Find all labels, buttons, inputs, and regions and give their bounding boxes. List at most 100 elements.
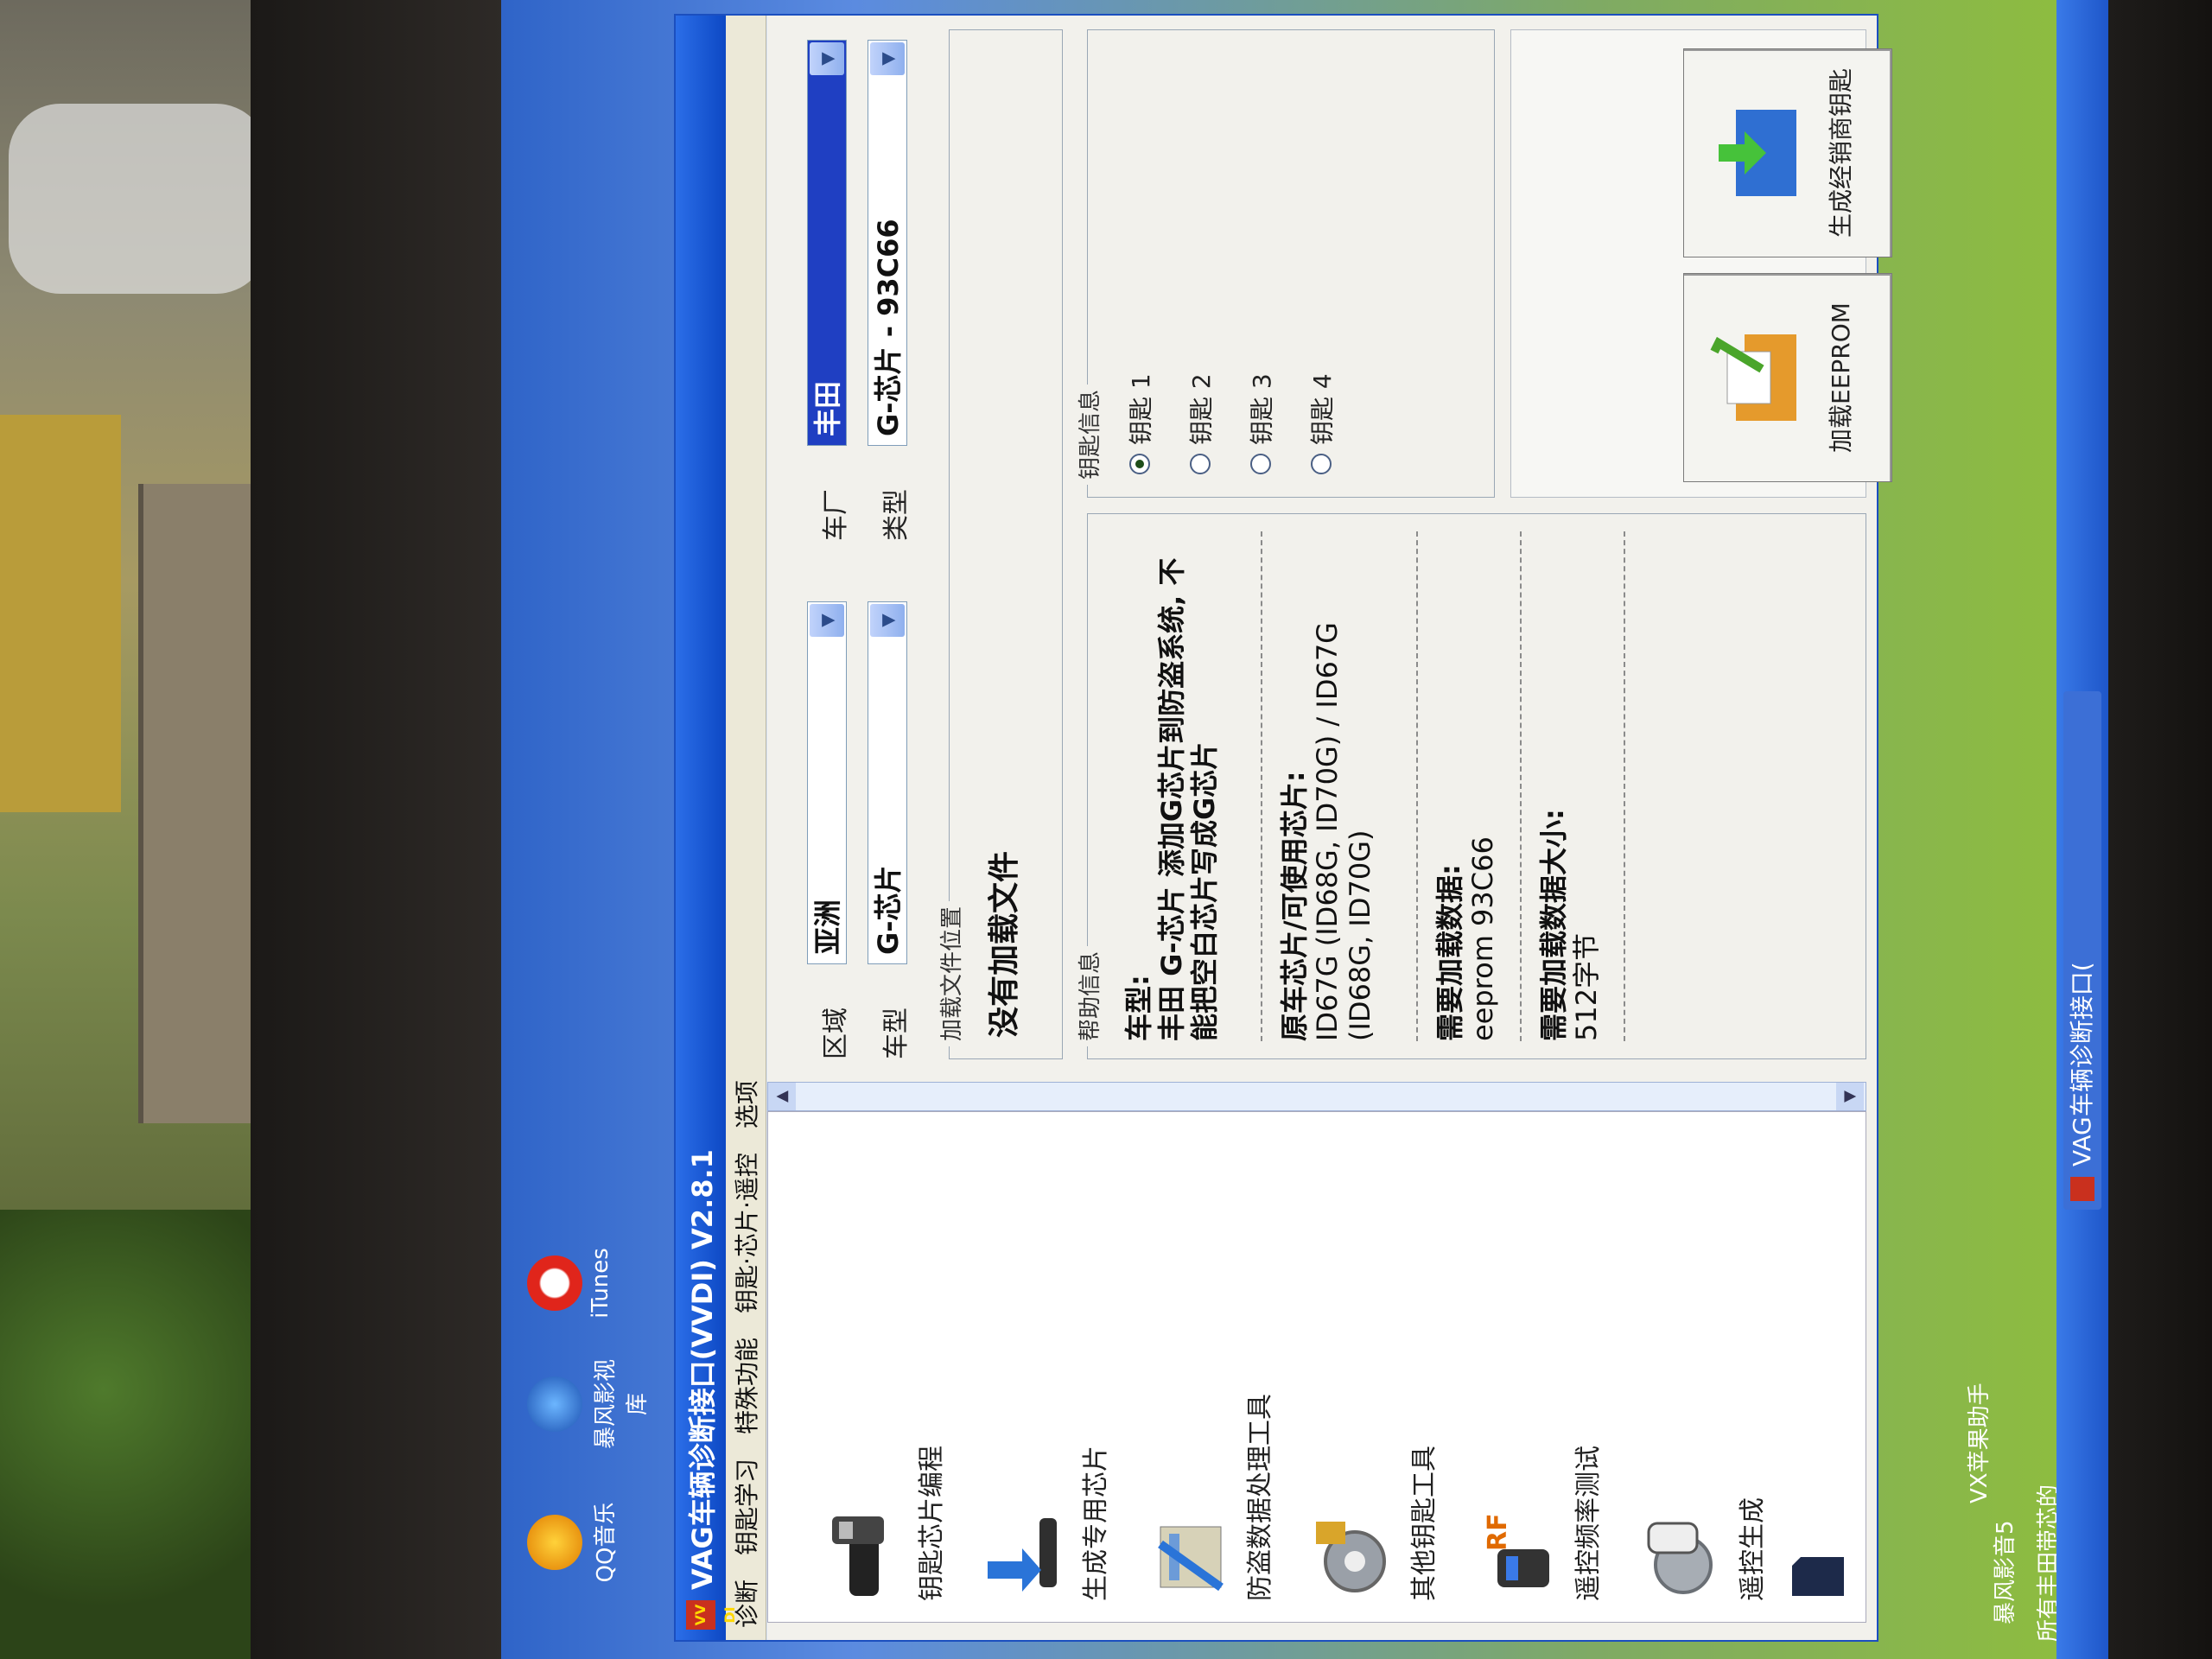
load-eeprom-label: 加载EEPROM [1827,302,1855,453]
load-file-value: 没有加载文件 [987,850,1022,1038]
key-remote-icon [832,1516,884,1596]
sd-card-icon[interactable] [1788,1553,1848,1605]
menu-item-special-functions[interactable]: 特殊功能 [728,1325,763,1446]
model-select-value: G-芯片 [872,865,905,955]
nav-item-label: 钥匙芯片编程 [917,1446,947,1601]
type-select-value: G-芯片 - 93C66 [872,219,905,436]
desktop-icon-qqmusic[interactable]: QQ音乐 [527,1495,620,1590]
menu-item-key-chip-remote[interactable]: 钥匙·芯片·遥控 [728,1141,763,1325]
key-radio-3[interactable]: 钥匙 3 [1243,373,1278,474]
rf-remote-icon: RF [1483,1513,1549,1587]
qqmusic-icon [527,1515,582,1570]
folder-open-icon [1710,334,1796,421]
desktop-label-baofeng5[interactable]: 暴风影音5 [1987,1520,2019,1624]
radio-dot-icon [1311,454,1332,474]
load-file-legend: 加载文件位置 [934,900,966,1046]
nav-item-remote-frequency-test[interactable]: RF 遥控频率测试 [1459,1112,1606,1622]
scroll-down-arrow-icon[interactable]: ▼ [1836,1083,1864,1110]
nav-item-label: 生成专用芯片 [1081,1446,1111,1601]
help-info-legend: 帮助信息 [1072,945,1104,1046]
desktop-icon-label: 暴风影视库 [593,1359,651,1450]
menu-item-diagnosis[interactable]: 诊断 [728,1567,763,1640]
desktop-icon-label: QQ音乐 [593,1502,619,1583]
help-eeprom-section: 需要加载数据: eeprom 93C66 [1433,531,1499,1041]
help-model-heading: 车型: [1122,975,1155,1041]
itunes-icon [527,1255,582,1311]
help-chips-section: 原车芯片/可使用芯片: ID67G (ID68G, ID70G) / ID67G… [1278,531,1376,1041]
title-bar[interactable]: VV DI VAG车辆诊断接口(VVDI) V2.8.1 [676,16,738,1640]
key-radio-label: 钥匙 3 [1248,373,1276,445]
menu-item-key-learning[interactable]: 钥匙学习 [728,1446,763,1567]
wrench-calculator-icon [1158,1526,1224,1592]
region-select[interactable]: 亚洲 ▼ [807,601,847,964]
key-info-group: 钥匙信息 钥匙 1 钥匙 2 钥匙 3 钥匙 4 [1072,29,1495,498]
generate-dealer-key-label: 生成经销商钥匙 [1827,68,1855,238]
key-radio-label: 钥匙 4 [1308,373,1337,445]
help-size-heading: 需要加载数据大小: [1537,809,1570,1041]
help-divider [1416,531,1418,1041]
photo-background [0,0,285,1659]
nav-item-immo-data-tool[interactable]: 防盗数据处理工具 [1131,1112,1278,1622]
chevron-down-icon[interactable]: ▼ [810,604,844,637]
nav-item-other-key-tools[interactable]: 其他钥匙工具 [1295,1112,1442,1622]
model-label: 车型 [881,1007,912,1059]
gear-icon [1316,1522,1386,1592]
help-eeprom-heading: 需要加载数据: [1433,864,1466,1041]
nav-item-generate-special-chip[interactable]: 生成专用芯片 [967,1112,1114,1622]
key-radio-4[interactable]: 钥匙 4 [1304,373,1338,474]
vehicle-selectors: 区域 亚洲 ▼ 车厂 丰田 ▼ 车型 G-芯片 ▼ 类型 G-芯片 - 93C6… [785,31,931,1059]
key-radio-2[interactable]: 钥匙 2 [1183,373,1217,474]
maker-select-value: 丰田 [811,380,844,436]
maker-select[interactable]: 丰田 ▼ [807,40,847,446]
monitor-bezel-right [2108,0,2212,1659]
type-select[interactable]: G-芯片 - 93C66 ▼ [868,40,907,446]
desktop-icon-label: iTunes [588,1248,613,1319]
taskbar: VAG车辆诊断接口( [2056,0,2108,1659]
nav-item-key-chip-programming[interactable]: 钥匙芯片编程 [803,1112,950,1622]
region-select-value: 亚洲 [811,899,844,955]
generate-dealer-key-button[interactable]: 生成经销商钥匙 [1683,48,1892,257]
help-model-section: 车型: 丰田 G-芯片 添加G芯片到防盗系统, 不能把空白芯片写成G芯片 [1122,531,1221,1041]
model-select[interactable]: G-芯片 ▼ [868,601,907,964]
desktop-label-vx[interactable]: VX苹果助手 [1961,1382,1993,1503]
nav-scrollbar[interactable]: ▲ ▼ [767,1082,1866,1111]
help-divider [1520,531,1522,1041]
desktop-screen: QQ音乐 暴风影视库 iTunes VV DI VAG车辆诊断接口(VVDI) … [501,0,2108,1659]
help-chips-heading: 原车芯片/可使用芯片: [1278,771,1311,1042]
load-file-group: 加载文件位置 没有加载文件 [934,29,1063,1059]
maker-label: 车厂 [821,489,851,541]
help-size-text: 512字节 [1570,932,1603,1041]
chevron-down-icon[interactable]: ▼ [810,42,844,75]
nav-item-label: 遥控频率测试 [1573,1446,1604,1601]
gear-remote-icon [1647,1522,1713,1594]
key-radio-label: 钥匙 1 [1127,373,1155,445]
nav-item-remote-generation[interactable]: 遥控生成 [1624,1112,1770,1622]
background-bottle [9,104,268,294]
key-radio-1[interactable]: 钥匙 1 [1122,373,1157,474]
key-radio-label: 钥匙 2 [1187,373,1216,445]
scroll-up-arrow-icon[interactable]: ▲ [768,1083,796,1110]
key-info-legend: 钥匙信息 [1072,384,1104,485]
load-eeprom-button[interactable]: 加载EEPROM [1683,273,1892,482]
chevron-down-icon[interactable]: ▼ [870,42,905,75]
help-divider [1261,531,1262,1041]
chip-download-icon [988,1518,1057,1592]
background-storefront [0,415,121,812]
help-eeprom-text: eeprom 93C66 [1466,836,1499,1041]
chevron-down-icon[interactable]: ▼ [870,604,905,637]
type-label: 类型 [881,489,912,541]
help-divider [1624,531,1625,1041]
taskbar-item-vvdi[interactable]: VAG车辆诊断接口( [2063,691,2101,1210]
desktop-icon-itunes[interactable]: iTunes [527,1236,613,1331]
region-label: 区域 [821,1007,851,1059]
baofeng-icon [527,1376,582,1432]
window-title: VAG车辆诊断接口(VVDI) V2.8.1 [686,1149,719,1590]
nav-item-label: 其他钥匙工具 [1409,1446,1440,1601]
radio-dot-icon [1250,454,1271,474]
tool-nav: 钥匙芯片编程 生成专用芯片 防盗数据处理工具 其他钥匙工具 RF 遥控频率测试 … [767,1111,1866,1623]
radio-dot-icon [1129,454,1150,474]
vvdi-logo-icon: VV DI [686,1600,738,1630]
menu-item-options[interactable]: 选项 [728,1068,763,1141]
desktop-icon-baofeng[interactable]: 暴风影视库 [527,1357,652,1452]
nav-item-label: 遥控生成 [1738,1497,1768,1601]
